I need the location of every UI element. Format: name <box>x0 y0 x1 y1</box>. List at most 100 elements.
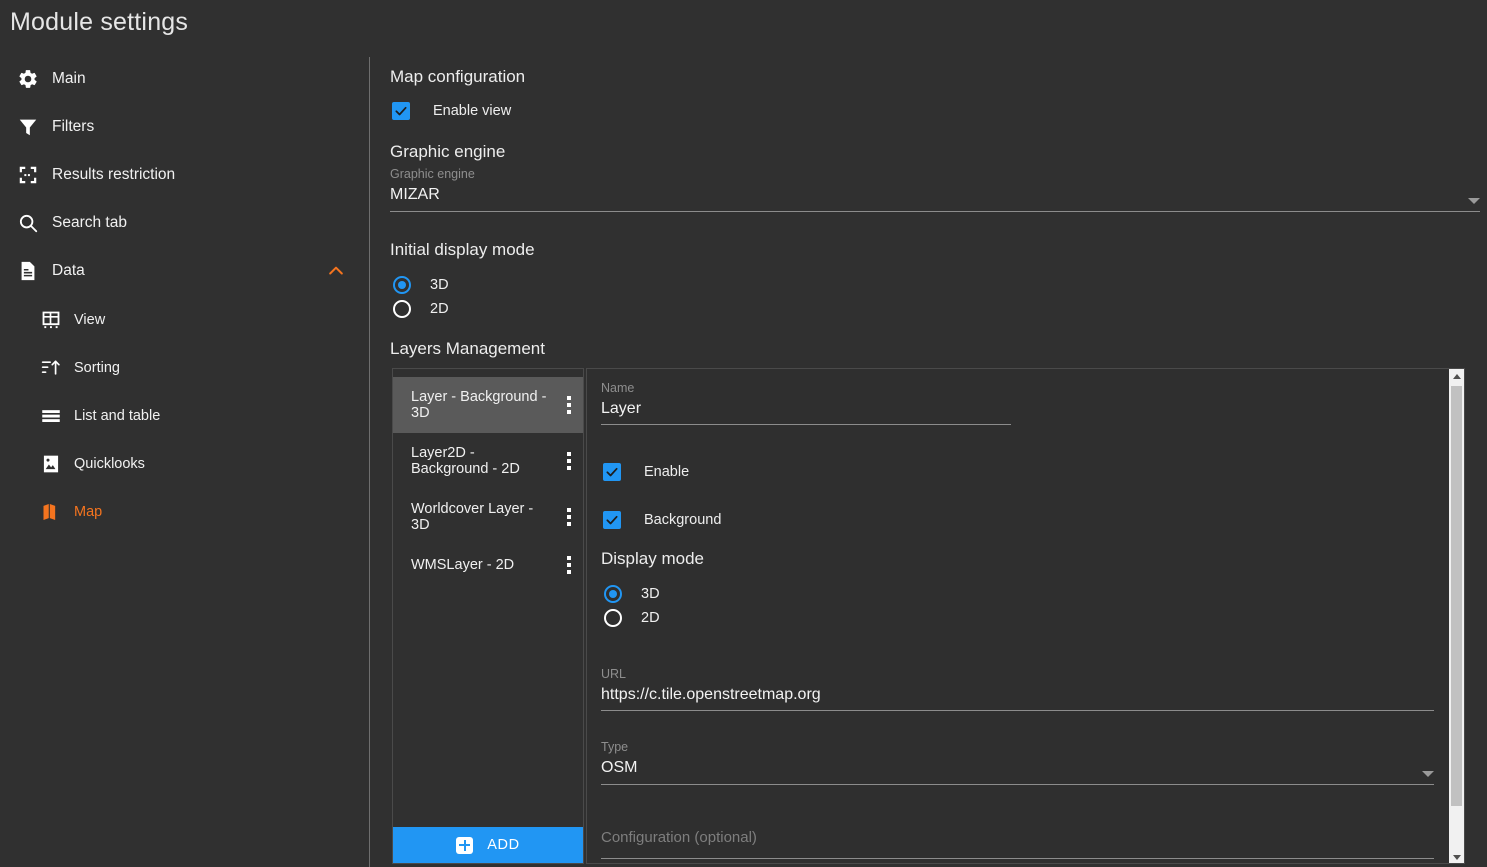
document-icon <box>17 260 39 282</box>
chevron-down-icon[interactable] <box>1422 771 1434 777</box>
layer-list-item[interactable]: Worldcover Layer - 3D <box>393 489 583 545</box>
layer-detail-panel: Name Layer Enable Background Display mod… <box>586 368 1465 864</box>
initial-display-mode-2d[interactable]: 2D <box>393 297 449 321</box>
more-options-icon[interactable] <box>567 508 571 526</box>
layer-name-label: Name <box>601 381 635 395</box>
initial-display-mode-3d[interactable]: 3D <box>393 273 449 297</box>
sidebar-item-label: Sorting <box>74 360 120 376</box>
sidebar-item-label: List and table <box>74 408 161 424</box>
more-options-icon[interactable] <box>567 396 571 414</box>
graphic-engine-field-label: Graphic engine <box>390 167 475 181</box>
scroll-down-icon[interactable] <box>1449 850 1464 863</box>
layer-type-value: OSM <box>601 759 638 776</box>
layer-background-row[interactable]: Background <box>603 511 721 529</box>
more-options-icon[interactable] <box>567 452 571 470</box>
layer-display-mode-title: Display mode <box>601 549 704 568</box>
layer-configuration-label: Configuration (optional) <box>601 829 757 846</box>
sidebar-item-label: Data <box>52 262 85 279</box>
chevron-down-icon[interactable] <box>1468 198 1480 204</box>
sidebar-item-label: Map <box>74 504 103 520</box>
sidebar-item-map[interactable]: Map <box>0 488 360 536</box>
table-view-icon <box>41 310 61 330</box>
layer-list-item[interactable]: Layer2D - Background - 2D <box>393 433 583 489</box>
sidebar-item-sorting[interactable]: Sorting <box>0 344 360 392</box>
layer-name: WMSLayer - 2D <box>411 557 515 573</box>
layer-list-item[interactable]: Layer - Background - 3D <box>393 377 583 433</box>
add-layer-button[interactable]: ADD <box>393 827 583 863</box>
sidebar-item-quicklooks[interactable]: Quicklooks <box>0 440 360 488</box>
sidebar-item-label: Main <box>52 70 86 87</box>
sidebar-item-label: View <box>74 312 106 328</box>
enable-view-checkbox[interactable] <box>392 102 410 120</box>
layer-type-underline <box>601 784 1434 785</box>
sidebar: Main Filters Results restriction Search … <box>0 55 370 867</box>
layer-url-value: https://c.tile.openstreetmap.org <box>601 686 821 703</box>
sidebar-divider <box>369 57 370 867</box>
layer-name-field[interactable]: Name Layer <box>601 381 1011 425</box>
layer-list-item[interactable]: WMSLayer - 2D <box>393 545 583 585</box>
enable-view-row[interactable]: Enable view <box>392 102 511 120</box>
radio-2d-label: 2D <box>641 610 660 626</box>
layer-enable-checkbox[interactable] <box>603 463 621 481</box>
page-title: Module settings <box>10 8 189 36</box>
layer-url-underline <box>601 710 1434 711</box>
sidebar-item-search-tab[interactable]: Search tab <box>0 199 360 247</box>
layer-display-mode-2d[interactable]: 2D <box>604 606 660 630</box>
filter-icon <box>17 116 39 138</box>
sidebar-item-list-and-table[interactable]: List and table <box>0 392 360 440</box>
radio-3d-label: 3D <box>641 586 660 602</box>
radio-2d-icon[interactable] <box>393 300 411 318</box>
layer-list: Layer - Background - 3D Layer2D - Backgr… <box>392 368 584 864</box>
layers-management-title: Layers Management <box>390 339 545 358</box>
chevron-up-icon[interactable] <box>326 261 346 281</box>
layer-enable-row[interactable]: Enable <box>603 463 689 481</box>
layer-url-field[interactable]: URL https://c.tile.openstreetmap.org <box>601 667 1434 711</box>
map-icon <box>41 502 61 522</box>
graphic-engine-title: Graphic engine <box>390 142 506 161</box>
layer-configuration-underline <box>601 858 1434 859</box>
sidebar-item-filters[interactable]: Filters <box>0 103 360 151</box>
graphic-engine-select[interactable]: Graphic engine MIZAR <box>390 167 1480 212</box>
layer-background-label: Background <box>644 512 722 528</box>
initial-display-mode-title: Initial display mode <box>390 240 535 259</box>
layers-management-panel: Layer - Background - 3D Layer2D - Backgr… <box>392 368 1465 864</box>
layer-background-checkbox[interactable] <box>603 511 621 529</box>
scrollbar-thumb[interactable] <box>1451 386 1462 806</box>
sidebar-item-label: Quicklooks <box>74 456 145 472</box>
sidebar-item-label: Search tab <box>52 214 127 231</box>
map-configuration-title: Map configuration <box>390 67 526 86</box>
sidebar-item-view[interactable]: View <box>0 296 360 344</box>
layer-name: Layer2D - Background - 2D <box>411 445 520 477</box>
radio-2d-label: 2D <box>430 301 449 317</box>
layer-configuration-field[interactable]: Configuration (optional) <box>601 829 1434 859</box>
radio-3d-label: 3D <box>430 277 449 293</box>
graphic-engine-value: MIZAR <box>390 186 440 203</box>
radio-3d-icon[interactable] <box>604 585 622 603</box>
gear-icon <box>17 68 39 90</box>
sidebar-item-main[interactable]: Main <box>0 55 360 103</box>
sidebar-item-label: Results restriction <box>52 166 176 183</box>
enable-view-label: Enable view <box>433 103 512 119</box>
add-layer-label: ADD <box>487 837 520 853</box>
layer-display-mode-3d[interactable]: 3D <box>604 582 660 606</box>
sidebar-item-label: Filters <box>52 118 95 135</box>
layer-list-items: Layer - Background - 3D Layer2D - Backgr… <box>393 369 583 827</box>
module-settings-window: Module settings Main Filters Results res… <box>0 0 1487 867</box>
radio-2d-icon[interactable] <box>604 609 622 627</box>
crop-frame-icon <box>17 164 39 186</box>
layer-name: Layer - Background - 3D <box>411 389 547 421</box>
layer-type-select[interactable]: Type OSM <box>601 740 1434 785</box>
image-icon <box>41 454 61 474</box>
radio-3d-icon[interactable] <box>393 276 411 294</box>
layer-type-label: Type <box>601 740 629 754</box>
plus-icon <box>456 836 474 854</box>
sidebar-item-results-restriction[interactable]: Results restriction <box>0 151 360 199</box>
more-options-icon[interactable] <box>567 556 571 574</box>
scroll-up-icon[interactable] <box>1449 369 1464 384</box>
layer-name: Worldcover Layer - 3D <box>411 501 534 533</box>
detail-scrollbar[interactable] <box>1449 369 1464 863</box>
search-icon <box>17 212 39 234</box>
layer-enable-label: Enable <box>644 464 690 480</box>
layer-name-value: Layer <box>601 400 642 417</box>
sidebar-item-data[interactable]: Data <box>0 247 360 295</box>
